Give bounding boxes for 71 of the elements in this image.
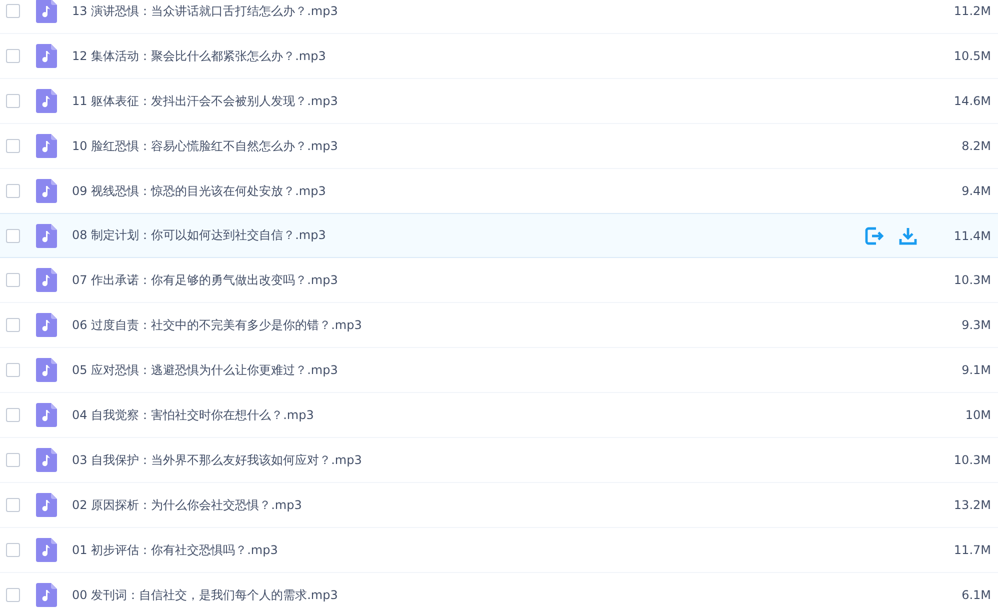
file-name[interactable]: 04 自我觉察：害怕社交时你在想什么？.mp3 (72, 406, 931, 424)
file-size: 8.2M (960, 139, 991, 153)
file-name[interactable]: 09 视线恐惧：惊恐的目光该在何处安放？.mp3 (72, 182, 931, 200)
checkbox[interactable] (6, 498, 20, 512)
audio-file-icon (36, 313, 57, 337)
audio-file-icon (36, 493, 57, 517)
file-name[interactable]: 07 作出承诺：你有足够的勇气做出改变吗？.mp3 (72, 272, 931, 288)
checkbox[interactable] (6, 49, 20, 63)
file-size: 9.1M (960, 363, 991, 377)
file-name[interactable]: 12 集体活动：聚会比什么都紧张怎么办？.mp3 (72, 48, 931, 64)
audio-file-icon (36, 224, 57, 248)
checkbox[interactable] (6, 588, 20, 602)
file-size: 11.2M (952, 4, 991, 18)
file-size: 11.4M (952, 228, 991, 242)
file-size: 11.7M (952, 543, 991, 557)
audio-file-icon (36, 0, 57, 23)
audio-file-icon (36, 448, 57, 472)
audio-file-icon (36, 179, 57, 203)
audio-file-icon (36, 583, 57, 607)
file-row[interactable]: 00 发刊词：自信社交，是我们每个人的需求.mp3 6.1M (0, 573, 998, 612)
file-name[interactable]: 10 脸红恐惧：容易心慌脸红不自然怎么办？.mp3 (72, 138, 931, 154)
file-name[interactable]: 02 原因探析：为什么你会社交恐惧？.mp3 (72, 496, 931, 514)
audio-file-icon (36, 268, 57, 292)
file-size: 6.1M (960, 588, 991, 602)
audio-file-icon (36, 403, 57, 427)
checkbox[interactable] (6, 273, 20, 287)
checkbox[interactable] (6, 543, 20, 557)
file-name[interactable]: 00 发刊词：自信社交，是我们每个人的需求.mp3 (72, 586, 931, 604)
file-name[interactable]: 06 过度自责：社交中的不完美有多少是你的错？.mp3 (72, 316, 931, 334)
file-row[interactable]: 06 过度自责：社交中的不完美有多少是你的错？.mp3 9.3M (0, 303, 998, 348)
file-size: 10.3M (952, 273, 991, 287)
checkbox[interactable] (6, 408, 20, 422)
file-row[interactable]: 12 集体活动：聚会比什么都紧张怎么办？.mp3 10.5M (0, 34, 998, 79)
audio-file-icon (36, 538, 57, 562)
file-size: 13.2M (952, 498, 991, 512)
download-icon[interactable] (899, 226, 917, 244)
file-row[interactable]: 01 初步评估：你有社交恐惧吗？.mp3 11.7M (0, 528, 998, 573)
audio-file-icon (36, 134, 57, 158)
checkbox[interactable] (6, 139, 20, 153)
file-size: 9.4M (960, 184, 991, 198)
file-name[interactable]: 13 演讲恐惧：当众讲话就口舌打结怎么办？.mp3 (72, 2, 931, 20)
audio-file-icon (36, 358, 57, 382)
file-name[interactable]: 08 制定计划：你可以如何达到社交自信？.mp3 (72, 227, 865, 244)
checkbox[interactable] (6, 94, 20, 108)
file-size: 14.6M (952, 94, 991, 108)
checkbox[interactable] (6, 453, 20, 467)
file-row[interactable]: 13 演讲恐惧：当众讲话就口舌打结怎么办？.mp3 11.2M (0, 0, 998, 34)
checkbox[interactable] (6, 318, 20, 332)
file-name[interactable]: 01 初步评估：你有社交恐惧吗？.mp3 (72, 542, 931, 558)
audio-file-icon (36, 89, 57, 113)
file-row[interactable]: 05 应对恐惧：逃避恐惧为什么让你更难过？.mp3 9.1M (0, 348, 998, 393)
file-row[interactable]: 02 原因探析：为什么你会社交恐惧？.mp3 13.2M (0, 483, 998, 528)
file-row[interactable]: 03 自我保护：当外界不那么友好我该如何应对？.mp3 10.3M (0, 438, 998, 483)
checkbox[interactable] (6, 363, 20, 377)
file-row[interactable]: 11 躯体表征：发抖出汗会不会被别人发现？.mp3 14.6M (0, 79, 998, 124)
file-row[interactable]: 04 自我觉察：害怕社交时你在想什么？.mp3 10M (0, 393, 998, 438)
file-row[interactable]: 07 作出承诺：你有足够的勇气做出改变吗？.mp3 10.3M (0, 258, 998, 303)
file-name[interactable]: 03 自我保护：当外界不那么友好我该如何应对？.mp3 (72, 452, 931, 468)
checkbox[interactable] (6, 184, 20, 198)
file-name[interactable]: 11 躯体表征：发抖出汗会不会被别人发现？.mp3 (72, 92, 931, 110)
checkbox[interactable] (6, 228, 20, 242)
share-icon[interactable] (865, 226, 885, 244)
file-size: 10.3M (952, 453, 991, 467)
file-row[interactable]: 10 脸红恐惧：容易心慌脸红不自然怎么办？.mp3 8.2M (0, 124, 998, 169)
file-size: 9.3M (960, 318, 991, 332)
file-name[interactable]: 05 应对恐惧：逃避恐惧为什么让你更难过？.mp3 (72, 362, 931, 378)
file-size: 10.5M (952, 49, 991, 63)
file-size: 10M (964, 408, 991, 422)
file-row[interactable]: 08 制定计划：你可以如何达到社交自信？.mp3 11.4M (0, 213, 998, 258)
audio-file-icon (36, 44, 57, 68)
checkbox[interactable] (6, 4, 20, 18)
